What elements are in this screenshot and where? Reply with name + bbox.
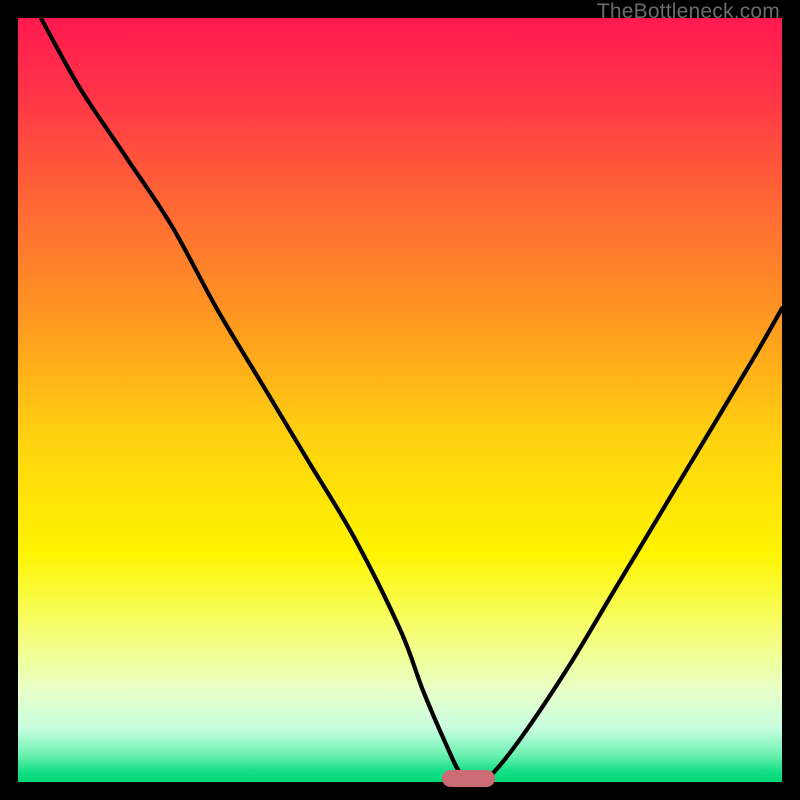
watermark-text: TheBottleneck.com	[597, 0, 780, 24]
chart-frame	[18, 18, 782, 782]
bottleneck-curve	[18, 18, 782, 782]
minimum-marker	[442, 770, 495, 787]
